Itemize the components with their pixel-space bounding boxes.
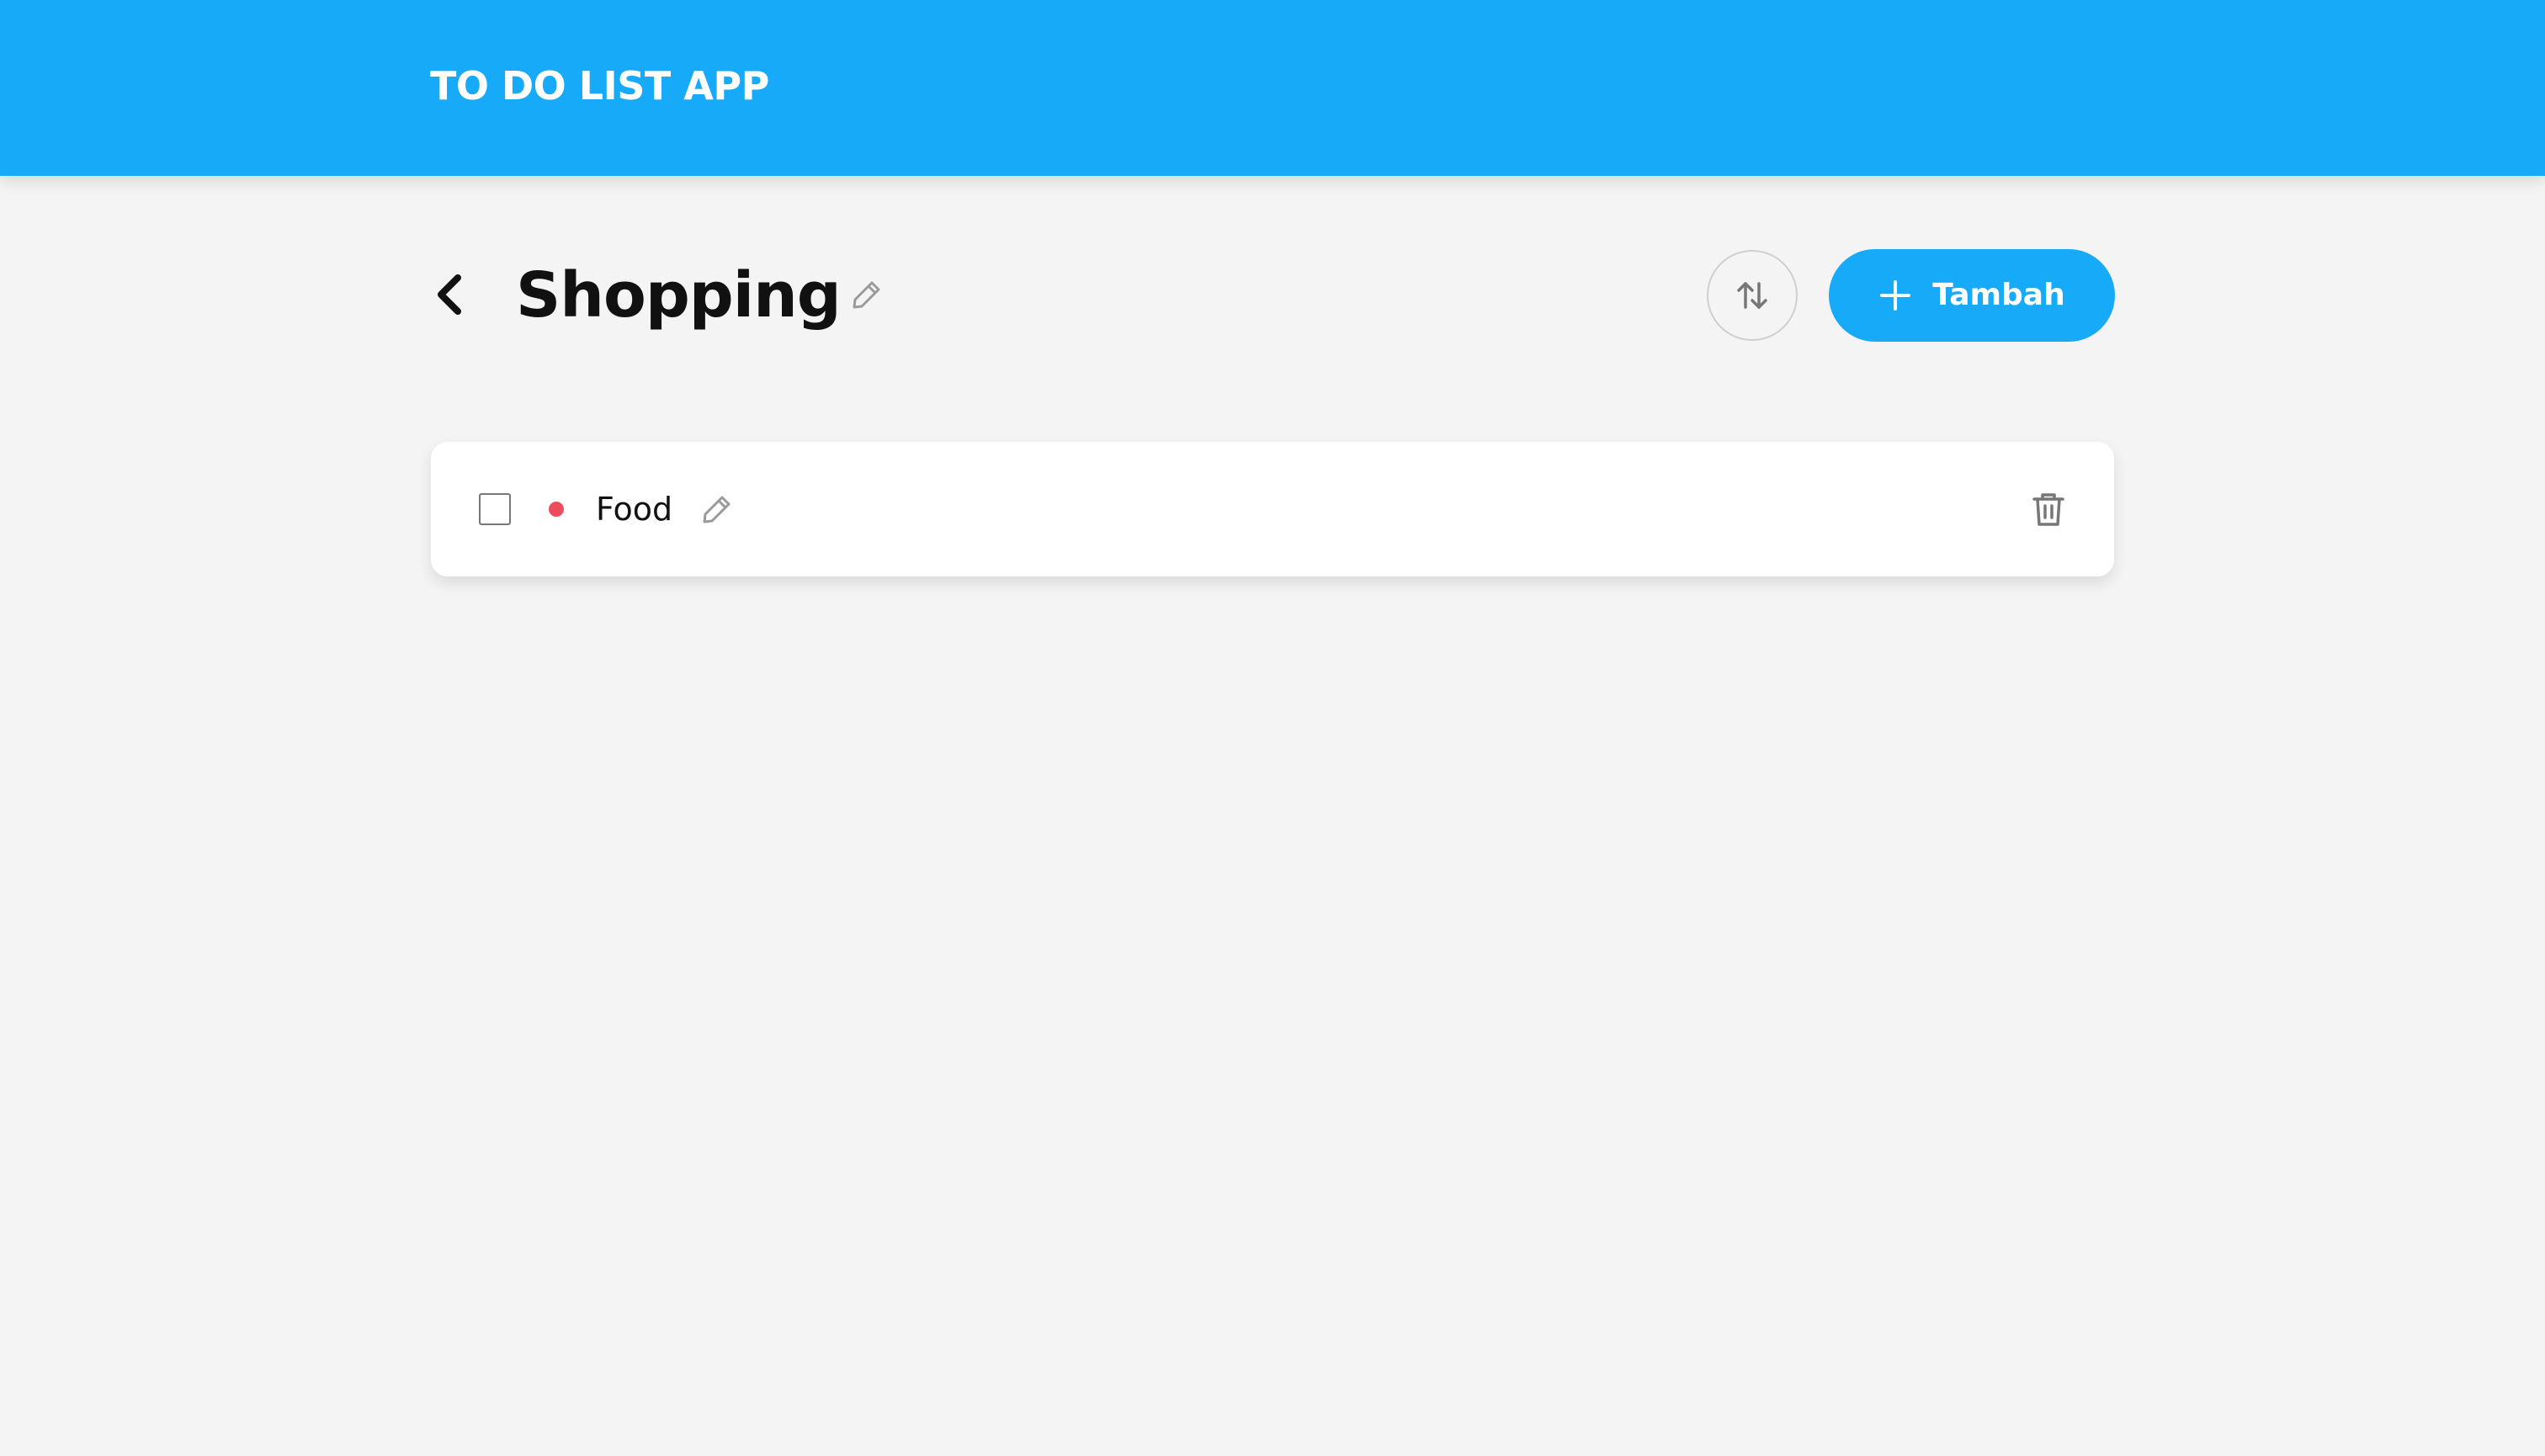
plus-icon xyxy=(1880,280,1911,311)
add-button[interactable]: Tambah xyxy=(1829,249,2115,342)
app-header: TO DO LIST APP xyxy=(0,0,2545,176)
delete-item-button[interactable] xyxy=(2028,489,2069,529)
pencil-icon xyxy=(853,281,880,309)
page-title: Shopping xyxy=(516,259,842,332)
app-title: TO DO LIST APP xyxy=(430,63,769,109)
chevron-left-icon xyxy=(438,274,461,315)
item-checkbox[interactable] xyxy=(479,493,511,525)
add-button-label: Tambah xyxy=(1932,278,2065,312)
trash-icon xyxy=(2032,493,2064,526)
list-item: Food xyxy=(431,442,2114,577)
sort-arrows-icon xyxy=(1737,282,1767,309)
sort-button[interactable] xyxy=(1707,250,1798,341)
priority-indicator xyxy=(549,502,564,517)
back-button[interactable] xyxy=(428,268,471,321)
item-name: Food xyxy=(596,491,673,528)
edit-item-button[interactable] xyxy=(700,492,734,526)
pencil-icon xyxy=(703,496,731,523)
edit-title-button[interactable] xyxy=(850,278,884,311)
